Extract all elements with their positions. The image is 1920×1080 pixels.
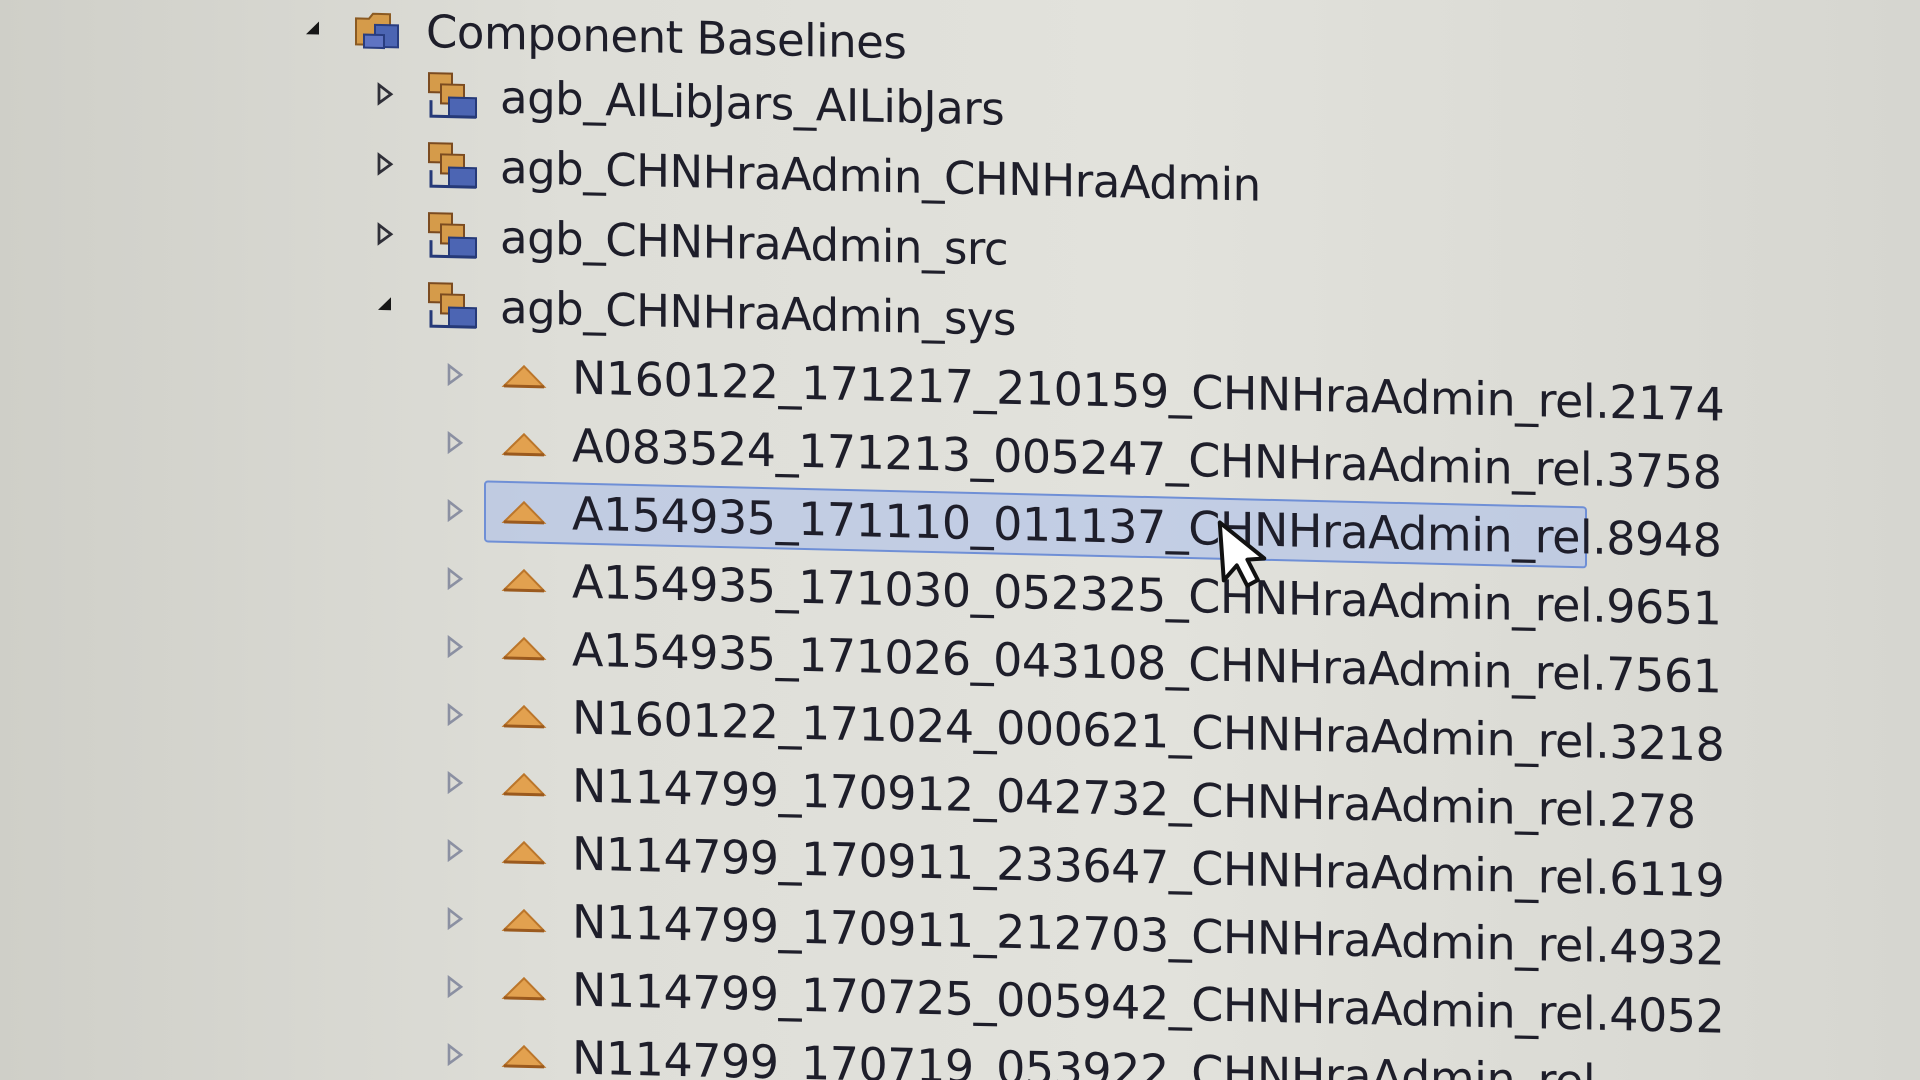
collapsed-triangle-icon[interactable] [442,633,468,660]
collapsed-triangle-icon[interactable] [442,701,468,728]
tree-label-component: agb_AILibJars_AILibJars [500,70,1005,136]
collapsed-triangle-icon[interactable] [372,221,398,248]
baseline-icon [500,497,548,528]
component-baselines-tree: Component Baselines agb_AILibJars_AILibJ… [0,0,1920,1080]
baseline-icon [500,701,548,732]
expanded-triangle-icon[interactable] [300,15,326,42]
collapsed-triangle-icon[interactable] [442,769,468,796]
mouse-pointer-icon [1217,520,1267,588]
tree-label-component: agb_CHNHraAdmin_CHNHraAdmin [500,140,1261,212]
baseline-icon [500,633,548,664]
collapsed-triangle-icon[interactable] [442,429,468,456]
collapsed-triangle-icon[interactable] [372,151,398,178]
baseline-icon [500,769,548,800]
baseline-icon [500,837,548,868]
collapsed-triangle-icon[interactable] [372,81,398,108]
collapsed-triangle-icon[interactable] [442,565,468,592]
component-icon [420,277,482,334]
component-icon [420,67,482,124]
collapsed-triangle-icon[interactable] [442,973,468,1000]
baseline-icon [500,429,548,460]
tree-label-component: agb_CHNHraAdmin_src [500,210,1009,276]
baseline-icon [500,1041,548,1072]
baseline-icon [500,973,548,1004]
tree-label-component: agb_CHNHraAdmin_sys [500,280,1016,346]
tree-label-component-baselines: Component Baselines [426,4,907,69]
collapsed-triangle-icon[interactable] [442,361,468,388]
baseline-icon [500,361,548,392]
collapsed-triangle-icon[interactable] [442,1041,468,1068]
screen: Component Baselines agb_AILibJars_AILibJ… [0,0,1920,1080]
collapsed-triangle-icon[interactable] [442,905,468,932]
baseline-icon [500,565,548,596]
component-icon [420,207,482,264]
collapsed-triangle-icon[interactable] [442,837,468,864]
component-icon [420,137,482,194]
expanded-triangle-icon[interactable] [372,291,398,318]
component-baselines-folder-icon [352,7,410,52]
baseline-icon [500,905,548,936]
collapsed-triangle-icon[interactable] [442,497,468,524]
